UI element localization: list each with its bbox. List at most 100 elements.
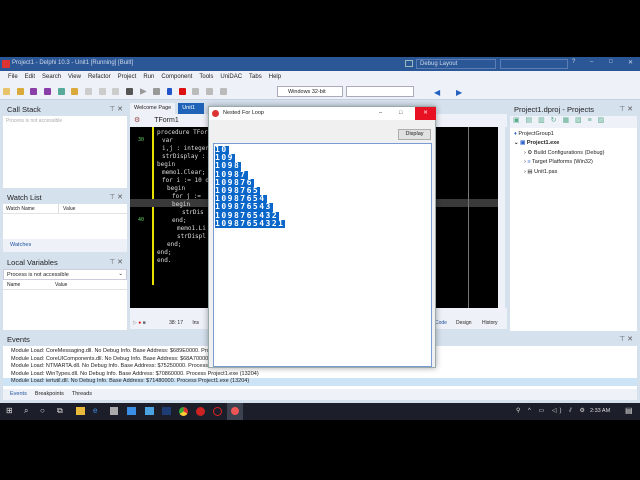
menu-file[interactable]: File [8, 74, 18, 80]
menu-component[interactable]: Component [161, 74, 192, 80]
forward-icon[interactable]: ▶ [456, 88, 462, 97]
close-button[interactable]: ✕ [628, 59, 633, 66]
config-select[interactable] [346, 86, 414, 97]
minimize-button[interactable]: – [590, 59, 593, 65]
tab-unit1[interactable]: Unit1 [178, 103, 205, 114]
step-out-icon[interactable] [219, 88, 227, 95]
memo1-output[interactable]: 10 109 1098 10987 109876 1098765 10987654 10987… [213, 143, 432, 367]
back-icon[interactable]: ◀ [434, 88, 440, 97]
window-icon[interactable] [98, 88, 106, 95]
pin-close-icons[interactable]: ⊤ ✕ [619, 103, 633, 116]
pin-close-icons[interactable]: ⊤ ✕ [109, 191, 123, 204]
call-stack-list[interactable]: Process is not accessible [3, 116, 127, 188]
open-icon[interactable] [16, 88, 24, 95]
trace-icon[interactable] [192, 88, 200, 95]
tab-events[interactable]: Events [10, 389, 27, 400]
pin-close-icons[interactable]: ⊤ ✕ [109, 256, 123, 269]
task-view-icon[interactable]: ⧉ [57, 406, 63, 416]
local-variables-dropdown[interactable]: Process is not accessible ⌄ [3, 269, 127, 280]
projects-toolbar[interactable]: ▣ ▤ ▥ ↻ ▦ ▧ ≡ ▨ [510, 116, 637, 128]
delphi-icon[interactable] [196, 407, 205, 416]
mail-icon[interactable] [127, 407, 136, 415]
stop-macro-icon[interactable]: ■ [143, 320, 146, 326]
pause-icon[interactable] [167, 88, 173, 95]
tree-item-projectgroup[interactable]: ♦ ProjectGroup1 [510, 130, 637, 139]
menu-search[interactable]: Search [42, 74, 61, 80]
search-icon[interactable]: ⌕ [24, 406, 28, 416]
cortana-icon[interactable]: ○ [40, 406, 45, 415]
event-line-selected[interactable]: Module Load: iertutil.dll. No Debug Info… [3, 378, 637, 386]
chrome-icon[interactable] [179, 407, 188, 416]
component-icon[interactable]: ⚙ [134, 117, 140, 124]
tree-label: Project1.exe [526, 140, 560, 147]
dialog-close-button[interactable]: ✕ [415, 107, 436, 120]
menu-tabs[interactable]: Tabs [249, 74, 262, 80]
step-over-icon[interactable] [206, 88, 214, 95]
value-column[interactable]: Value [55, 280, 67, 289]
photoshop-icon[interactable] [162, 407, 171, 415]
watch-list[interactable]: Watch Name Value [3, 204, 127, 239]
tab-breakpoints[interactable]: Breakpoints [35, 389, 64, 400]
name-column[interactable]: Name [3, 280, 55, 289]
edge-icon[interactable]: e [93, 406, 97, 415]
tab-threads[interactable]: Threads [72, 389, 92, 400]
vertical-scrollbar[interactable] [498, 127, 505, 308]
add-file-icon[interactable] [57, 88, 65, 95]
open-project-icon[interactable] [71, 88, 79, 95]
pin-close-icons[interactable]: ⊤ ✕ [109, 103, 123, 116]
store-icon[interactable] [110, 407, 118, 415]
save-icon[interactable] [30, 88, 38, 95]
event-line[interactable]: Module Load: WinTypes.dll. No Debug Info… [3, 371, 637, 379]
tab-history[interactable]: History [482, 317, 498, 329]
recorder-icon[interactable] [213, 407, 222, 416]
file-explorer-icon[interactable] [76, 407, 85, 415]
watch-name-column[interactable]: Watch Name [3, 204, 59, 213]
run-icon[interactable] [139, 88, 147, 95]
tree-item-unit1[interactable]: › ▤ Unit1.pas [510, 168, 637, 177]
menu-run[interactable]: Run [143, 74, 154, 80]
search-box[interactable] [500, 59, 568, 69]
dialog-minimize-button[interactable]: – [379, 107, 382, 120]
notifications-icon[interactable]: ▤ [625, 406, 633, 415]
form-select[interactable]: TForm1 [154, 117, 179, 124]
maximize-button[interactable]: □ [609, 59, 613, 65]
view-icon[interactable] [126, 88, 134, 95]
menu-tools[interactable]: Tools [199, 74, 213, 80]
toggle-form-icon[interactable] [112, 88, 120, 95]
menu-edit[interactable]: Edit [25, 74, 35, 80]
menu-refactor[interactable]: Refactor [88, 74, 111, 80]
platform-select[interactable]: Windows 32-bit [277, 86, 343, 97]
tree-item-build-configs[interactable]: › ⚙ Build Configurations (Debug) [510, 149, 637, 158]
photos-icon[interactable] [145, 407, 154, 415]
step-icon[interactable] [153, 88, 161, 95]
layout-select[interactable]: Debug Layout [416, 59, 496, 69]
record-icon[interactable]: ● [138, 320, 141, 326]
tab-welcome-page[interactable]: Welcome Page [130, 103, 176, 114]
tab-watches[interactable]: Watches [3, 239, 127, 252]
tree-item-target-platforms[interactable]: › ≡ Target Platforms (Win32) [510, 158, 637, 167]
tree-item-project-exe[interactable]: ⌄ ▣ Project1.exe [510, 139, 637, 148]
clock[interactable]: 2:33 AM [590, 408, 610, 414]
tab-code[interactable]: Code [435, 317, 447, 329]
dialog-title-bar: Nested For Loop – □ ✕ [209, 107, 436, 120]
new-icon[interactable] [3, 88, 10, 95]
desktop-icon[interactable] [405, 60, 413, 67]
copy-icon[interactable] [85, 88, 93, 95]
system-tray-icons[interactable]: ⚲ ^ ▭ ◁) ⫽ ⚙ [516, 407, 588, 415]
display-button[interactable]: Display [398, 129, 431, 140]
play-icon[interactable]: ▷ [133, 320, 137, 326]
menu-unidac[interactable]: UniDAC [220, 74, 242, 80]
pin-close-icons[interactable]: ⊤ ✕ [619, 333, 633, 346]
dialog-maximize-button[interactable]: □ [399, 107, 402, 120]
local-variables-list[interactable]: Name Value [3, 280, 127, 330]
stop-icon[interactable] [178, 88, 186, 95]
tab-design[interactable]: Design [456, 317, 472, 329]
windows-start-icon[interactable]: ⊞ [6, 406, 13, 415]
help-button[interactable]: ? [572, 59, 575, 65]
running-app-button[interactable] [227, 403, 243, 420]
menu-project[interactable]: Project [118, 74, 137, 80]
save-all-icon[interactable] [44, 88, 52, 95]
menu-view[interactable]: View [68, 74, 81, 80]
watch-value-column[interactable]: Value [59, 204, 75, 213]
menu-help[interactable]: Help [269, 74, 281, 80]
